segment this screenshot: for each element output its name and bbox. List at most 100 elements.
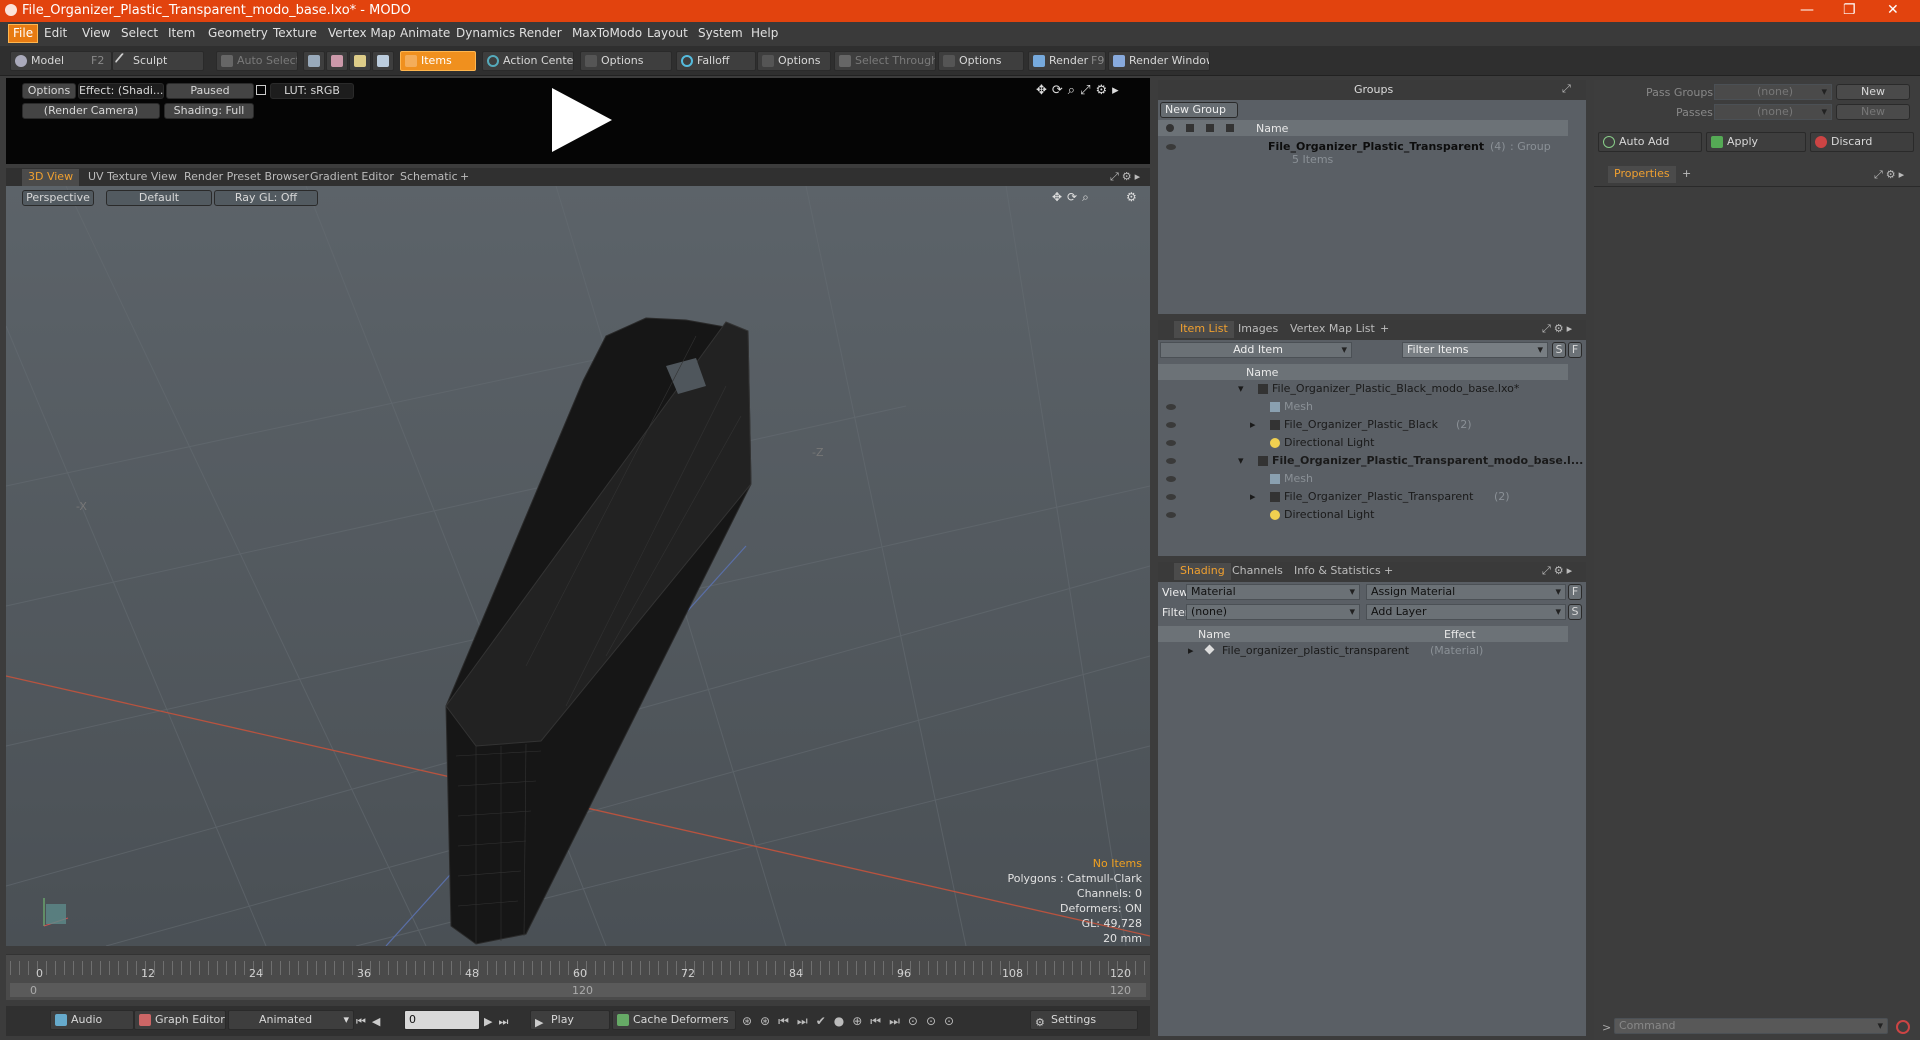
- play-button[interactable]: ▶ Play: [530, 1010, 610, 1030]
- shading-dropdown[interactable]: Shading: Full: [164, 103, 254, 119]
- discard-button[interactable]: Discard: [1810, 132, 1914, 152]
- playback-tool-icons[interactable]: ⊛⊛⏮⏭✔●⊕⏮⏭⊙⊙⊙: [742, 1014, 962, 1029]
- apply-button[interactable]: Apply: [1706, 132, 1806, 152]
- add-tab-button[interactable]: +: [1374, 321, 1395, 338]
- preview-options-button[interactable]: Options: [22, 83, 76, 99]
- graph-editor-button[interactable]: Graph Editor: [134, 1010, 226, 1030]
- menu-render[interactable]: Render: [519, 26, 562, 40]
- menu-item[interactable]: Item: [168, 26, 195, 40]
- tab-shading[interactable]: Shading: [1174, 563, 1231, 580]
- timeline[interactable]: 0 12 24 36 48 60 72 84 96 108 120 0 120 …: [6, 954, 1150, 1000]
- tab-images[interactable]: Images: [1232, 321, 1284, 338]
- list-item[interactable]: Directional Light: [1158, 506, 1568, 524]
- menu-file[interactable]: File: [8, 24, 39, 43]
- frame-input[interactable]: 0: [404, 1010, 480, 1030]
- new-pass-group-button[interactable]: New: [1836, 84, 1910, 100]
- passes-dropdown[interactable]: (none): [1714, 104, 1832, 120]
- cache-deformers-button[interactable]: Cache Deformers: [612, 1010, 736, 1030]
- auto-select-button[interactable]: Auto Select: [216, 51, 298, 71]
- preview-paused-button[interactable]: Paused: [166, 83, 254, 99]
- menu-edit[interactable]: Edit: [44, 26, 67, 40]
- default-style-dropdown[interactable]: Default: [106, 190, 212, 206]
- new-group-button[interactable]: New Group: [1160, 102, 1238, 118]
- tab-render-preset-browser[interactable]: Render Preset Browser: [178, 169, 315, 186]
- model-mode-button[interactable]: Model F2: [10, 51, 112, 71]
- next-key-buttons[interactable]: ▶⏭: [484, 1015, 514, 1029]
- eye-icon[interactable]: [1166, 476, 1176, 482]
- eye-icon[interactable]: [1166, 404, 1176, 410]
- menu-help[interactable]: Help: [751, 26, 778, 40]
- preview-nav-icons[interactable]: ✥⟳⌕⤢⚙▸: [1036, 83, 1124, 98]
- s-button[interactable]: S: [1552, 342, 1566, 358]
- itemlist-panel-icons[interactable]: ⤢⚙▸: [1542, 322, 1575, 336]
- list-item[interactable]: ▸ File_Organizer_Plastic_Transparent (2): [1158, 488, 1568, 506]
- tab-vertex-map-list[interactable]: Vertex Map List: [1284, 321, 1381, 338]
- auto-add-button[interactable]: Auto Add: [1598, 132, 1702, 152]
- action-center-button[interactable]: Action Center: [482, 51, 574, 71]
- add-properties-tab-button[interactable]: +: [1676, 166, 1697, 183]
- add-tab-button[interactable]: +: [454, 169, 475, 186]
- play-preview-icon[interactable]: [546, 84, 616, 156]
- add-item-dropdown[interactable]: Add Item: [1160, 342, 1352, 358]
- render-toggle-icon[interactable]: [1186, 124, 1194, 132]
- action-center-options-button[interactable]: Options: [580, 51, 672, 71]
- materials-mode-button[interactable]: [372, 51, 394, 71]
- command-input[interactable]: Command: [1614, 1018, 1888, 1034]
- menu-dynamics[interactable]: Dynamics: [456, 26, 515, 40]
- polygons-mode-button[interactable]: [349, 51, 371, 71]
- menu-animate[interactable]: Animate: [400, 26, 450, 40]
- falloff-options-button[interactable]: Options: [757, 51, 831, 71]
- viewport-settings-icon[interactable]: ⚙: [1126, 190, 1137, 204]
- list-item[interactable]: Directional Light: [1158, 434, 1568, 452]
- vertices-mode-button[interactable]: [303, 51, 325, 71]
- tab-gradient-editor[interactable]: Gradient Editor: [304, 169, 400, 186]
- filter-items-input[interactable]: Filter Items: [1402, 342, 1548, 358]
- audio-button[interactable]: Audio: [50, 1010, 134, 1030]
- render-camera-dropdown[interactable]: (Render Camera): [22, 103, 160, 119]
- minimize-button[interactable]: —: [1800, 2, 1814, 18]
- list-item[interactable]: Mesh: [1158, 470, 1568, 488]
- assign-material-dropdown[interactable]: Assign Material: [1366, 584, 1566, 600]
- eye-icon[interactable]: [1166, 440, 1176, 446]
- perspective-dropdown[interactable]: Perspective: [22, 190, 94, 206]
- eye-icon[interactable]: [1166, 144, 1176, 150]
- settings-button[interactable]: ⚙ Settings: [1030, 1010, 1138, 1030]
- tab-info-statistics[interactable]: Info & Statistics: [1288, 563, 1387, 580]
- shading-panel-icons[interactable]: ⤢⚙▸: [1542, 564, 1575, 578]
- groups-expand-icon[interactable]: ⤢: [1562, 82, 1571, 96]
- render-button[interactable]: Render F9: [1028, 51, 1106, 71]
- menu-geometry[interactable]: Geometry: [208, 26, 268, 40]
- group-row[interactable]: File_Organizer_Plastic_Transparent (4) :…: [1158, 138, 1568, 166]
- add-tab-button[interactable]: +: [1378, 563, 1399, 580]
- eye-icon[interactable]: [1166, 494, 1176, 500]
- eye-icon[interactable]: [1166, 512, 1176, 518]
- lut-dropdown[interactable]: LUT: sRGB: [270, 83, 354, 99]
- visibility-icon[interactable]: [1166, 124, 1174, 132]
- shading-f-button[interactable]: F: [1568, 584, 1582, 600]
- raygl-dropdown[interactable]: Ray GL: Off: [214, 190, 318, 206]
- filter-dropdown[interactable]: (none): [1186, 604, 1360, 620]
- list-item[interactable]: ▾ File_Organizer_Plastic_Transparent_modo…: [1158, 452, 1583, 470]
- tab-3d-view[interactable]: 3D View: [22, 169, 80, 186]
- new-pass-button[interactable]: New: [1836, 104, 1910, 120]
- items-mode-button[interactable]: Items: [400, 51, 476, 71]
- animated-dropdown[interactable]: Animated ▾: [228, 1010, 354, 1030]
- menu-select[interactable]: Select: [121, 26, 158, 40]
- view-dropdown[interactable]: Material: [1186, 584, 1360, 600]
- eye-icon[interactable]: [1166, 458, 1176, 464]
- pass-groups-dropdown[interactable]: (none): [1714, 84, 1832, 100]
- select-toggle-icon[interactable]: [1226, 124, 1234, 132]
- menu-texture[interactable]: Texture: [273, 26, 317, 40]
- 3d-viewport[interactable]: Perspective Default Ray GL: Off ✥⟳⌕ ⚙ -X…: [6, 186, 1150, 946]
- eye-icon[interactable]: [1166, 422, 1176, 428]
- falloff-button[interactable]: Falloff: [676, 51, 756, 71]
- prev-key-buttons[interactable]: ⏮◀: [356, 1015, 386, 1029]
- lock-toggle-icon[interactable]: [1206, 124, 1214, 132]
- list-item[interactable]: Mesh: [1158, 398, 1568, 416]
- render-window-button[interactable]: Render Window: [1108, 51, 1210, 71]
- menu-vertex-map[interactable]: Vertex Map: [328, 26, 396, 40]
- maximize-button[interactable]: ❐: [1843, 2, 1856, 18]
- menu-layout[interactable]: Layout: [647, 26, 688, 40]
- preview-effect-dropdown[interactable]: Effect: (Shadi...: [78, 83, 164, 99]
- sculpt-mode-button[interactable]: Sculpt: [112, 51, 204, 71]
